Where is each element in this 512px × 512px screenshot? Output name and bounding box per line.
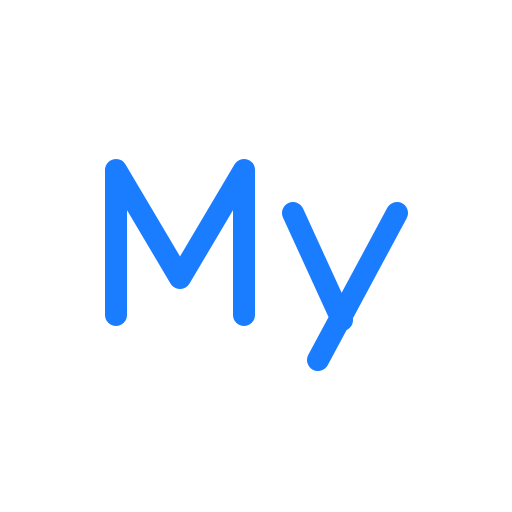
logo-letter-y-left-arm [282,202,353,331]
logo-letter-m [105,159,255,326]
my-logo-icon [105,159,408,371]
app-logo-canvas: My [0,0,512,512]
